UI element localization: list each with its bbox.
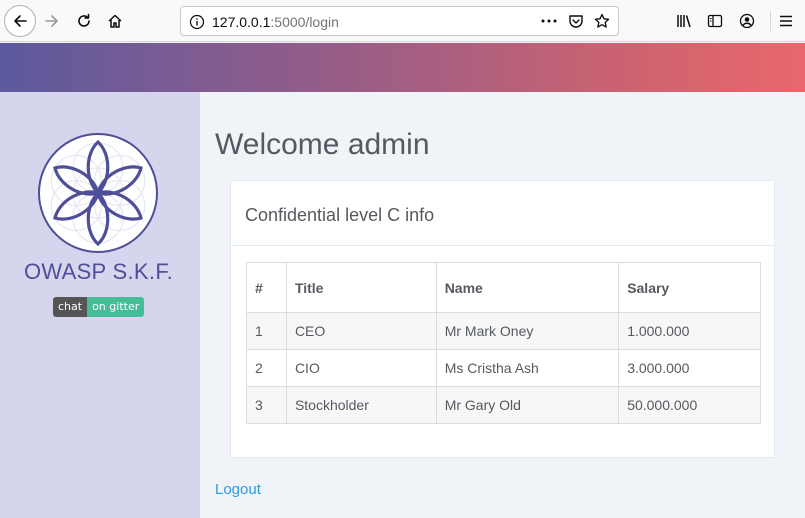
account-icon: [739, 13, 755, 29]
page-title: Welcome admin: [215, 128, 430, 161]
reload-icon: [78, 13, 90, 27]
star-icon[interactable]: [594, 13, 610, 34]
toolbar-divider: [770, 11, 771, 31]
info-icon[interactable]: [189, 14, 205, 35]
salary-table: # Title Name Salary 1 CEO Mr Mark Oney 1…: [246, 262, 761, 424]
column-header: Name: [435, 262, 620, 313]
url-text[interactable]: 127.0.0.1:5000/login: [212, 14, 339, 30]
logout-link[interactable]: Logout: [215, 481, 261, 498]
library-button[interactable]: [670, 7, 698, 35]
table-cell: Ms Cristha Ash: [435, 349, 620, 387]
table-header-row: # Title Name Salary: [246, 262, 761, 313]
back-button[interactable]: [4, 5, 36, 37]
reload-button[interactable]: [70, 7, 98, 35]
gitter-badge-right: on gitter: [87, 297, 145, 317]
table-cell: 50.000.000: [618, 386, 761, 424]
back-arrow-icon: [14, 15, 27, 27]
gitter-badge[interactable]: chat on gitter: [53, 297, 145, 317]
card-header: Confidential level C info: [231, 181, 774, 246]
menu-button[interactable]: [772, 7, 800, 35]
card-title: Confidential level C info: [245, 205, 435, 225]
table-cell: 1: [246, 312, 287, 350]
table-cell: CEO: [285, 312, 437, 350]
column-header: Salary: [618, 262, 761, 313]
table-cell: 3: [246, 386, 287, 424]
library-icon: [677, 15, 691, 28]
home-icon: [108, 14, 122, 28]
info-card: Confidential level C info # Title Name S…: [230, 180, 775, 458]
table-cell: CIO: [285, 349, 437, 387]
gitter-badge-left: chat: [53, 297, 88, 317]
forward-button[interactable]: [38, 7, 66, 35]
table-cell: Mr Mark Oney: [435, 312, 620, 350]
column-header: Title: [285, 262, 437, 313]
forward-arrow-icon: [45, 15, 58, 27]
table-cell: Mr Gary Old: [435, 386, 620, 424]
browser-toolbar: 127.0.0.1:5000/login: [0, 0, 805, 42]
sidebar-icon: [707, 14, 723, 28]
column-header: #: [246, 262, 287, 313]
account-button[interactable]: [733, 7, 761, 35]
header-banner: [0, 43, 805, 92]
url-host: 127.0.0.1: [212, 14, 271, 30]
sidebar: OWASP S.K.F. chat on gitter: [0, 92, 200, 518]
table-cell: 1.000.000: [618, 312, 761, 350]
table-cell: 3.000.000: [618, 349, 761, 387]
home-button[interactable]: [101, 7, 129, 35]
pocket-icon[interactable]: [568, 13, 584, 34]
url-path: :5000/login: [270, 14, 339, 30]
table-row: 3 Stockholder Mr Gary Old 50.000.000: [246, 386, 761, 424]
menu-icon: [780, 15, 792, 27]
table-row: 2 CIO Ms Cristha Ash 3.000.000: [246, 349, 761, 387]
flower-of-life-logo: [38, 133, 158, 253]
sidebar-button[interactable]: [701, 7, 729, 35]
url-bar[interactable]: 127.0.0.1:5000/login: [180, 6, 619, 36]
brand-name: OWASP S.K.F.: [23, 259, 174, 284]
table-cell: 2: [246, 349, 287, 387]
more-dots-icon[interactable]: [540, 13, 558, 34]
table-row: 1 CEO Mr Mark Oney 1.000.000: [246, 312, 761, 350]
table-cell: Stockholder: [285, 386, 437, 424]
